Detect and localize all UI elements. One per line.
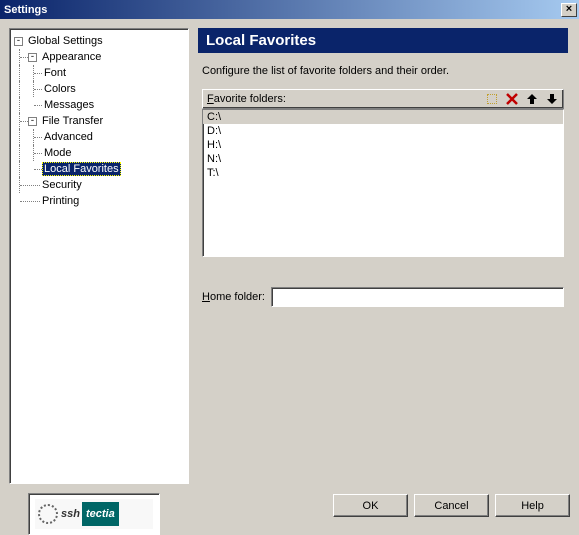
section-heading: Local Favorites (198, 28, 568, 53)
logo-panel: ssh tectia (28, 493, 160, 535)
logo-ring-icon (38, 504, 58, 524)
list-item[interactable]: N:\ (203, 152, 563, 166)
favorites-group: Favorite folders: C:\ D:\ H: (202, 89, 564, 257)
dialog-buttons: OK Cancel Help (333, 494, 570, 517)
help-button[interactable]: Help (495, 494, 570, 517)
list-item[interactable]: T:\ (203, 166, 563, 180)
tree-item-printing[interactable]: Printing (14, 193, 186, 209)
tree-item-file-transfer[interactable]: - File Transfer (14, 113, 186, 129)
tree-item-mode[interactable]: Mode (14, 145, 186, 161)
settings-tree[interactable]: - Global Settings - Appearance Font Colo… (12, 31, 186, 209)
ok-button[interactable]: OK (333, 494, 408, 517)
move-up-icon[interactable] (525, 92, 539, 106)
tree-item-appearance[interactable]: - Appearance (14, 49, 186, 65)
dialog-body: - Global Settings - Appearance Font Colo… (0, 19, 579, 526)
titlebar: Settings × (0, 0, 579, 19)
tree-item-advanced[interactable]: Advanced (14, 129, 186, 145)
favorites-label: Favorite folders: (207, 93, 286, 105)
delete-icon[interactable] (505, 92, 519, 106)
tree-item-global-settings[interactable]: - Global Settings (14, 33, 186, 49)
home-folder-label: Home folder: (202, 291, 265, 303)
list-item[interactable]: D:\ (203, 124, 563, 138)
home-folder-input[interactable] (271, 287, 564, 307)
move-down-icon[interactable] (545, 92, 559, 106)
tree-item-colors[interactable]: Colors (14, 81, 186, 97)
expand-icon[interactable]: - (28, 53, 37, 62)
favorites-list[interactable]: C:\ D:\ H:\ N:\ T:\ (202, 109, 564, 257)
add-folder-icon[interactable] (485, 92, 499, 106)
list-item[interactable]: H:\ (203, 138, 563, 152)
tree-panel: - Global Settings - Appearance Font Colo… (9, 28, 189, 484)
tree-item-security[interactable]: Security (14, 177, 186, 193)
home-folder-row: Home folder: (202, 287, 564, 307)
content-panel: Local Favorites Configure the list of fa… (198, 28, 568, 484)
brand-logo: ssh tectia (35, 499, 153, 529)
favorites-header: Favorite folders: (202, 89, 564, 109)
expand-icon[interactable]: - (28, 117, 37, 126)
tree-item-font[interactable]: Font (14, 65, 186, 81)
close-button[interactable]: × (561, 3, 577, 17)
list-item[interactable]: C:\ (203, 110, 563, 124)
tree-item-local-favorites[interactable]: Local Favorites (14, 161, 186, 177)
expand-icon[interactable]: - (14, 37, 23, 46)
cancel-button[interactable]: Cancel (414, 494, 489, 517)
window-title: Settings (4, 4, 47, 16)
section-description: Configure the list of favorite folders a… (202, 65, 564, 77)
tree-item-messages[interactable]: Messages (14, 97, 186, 113)
